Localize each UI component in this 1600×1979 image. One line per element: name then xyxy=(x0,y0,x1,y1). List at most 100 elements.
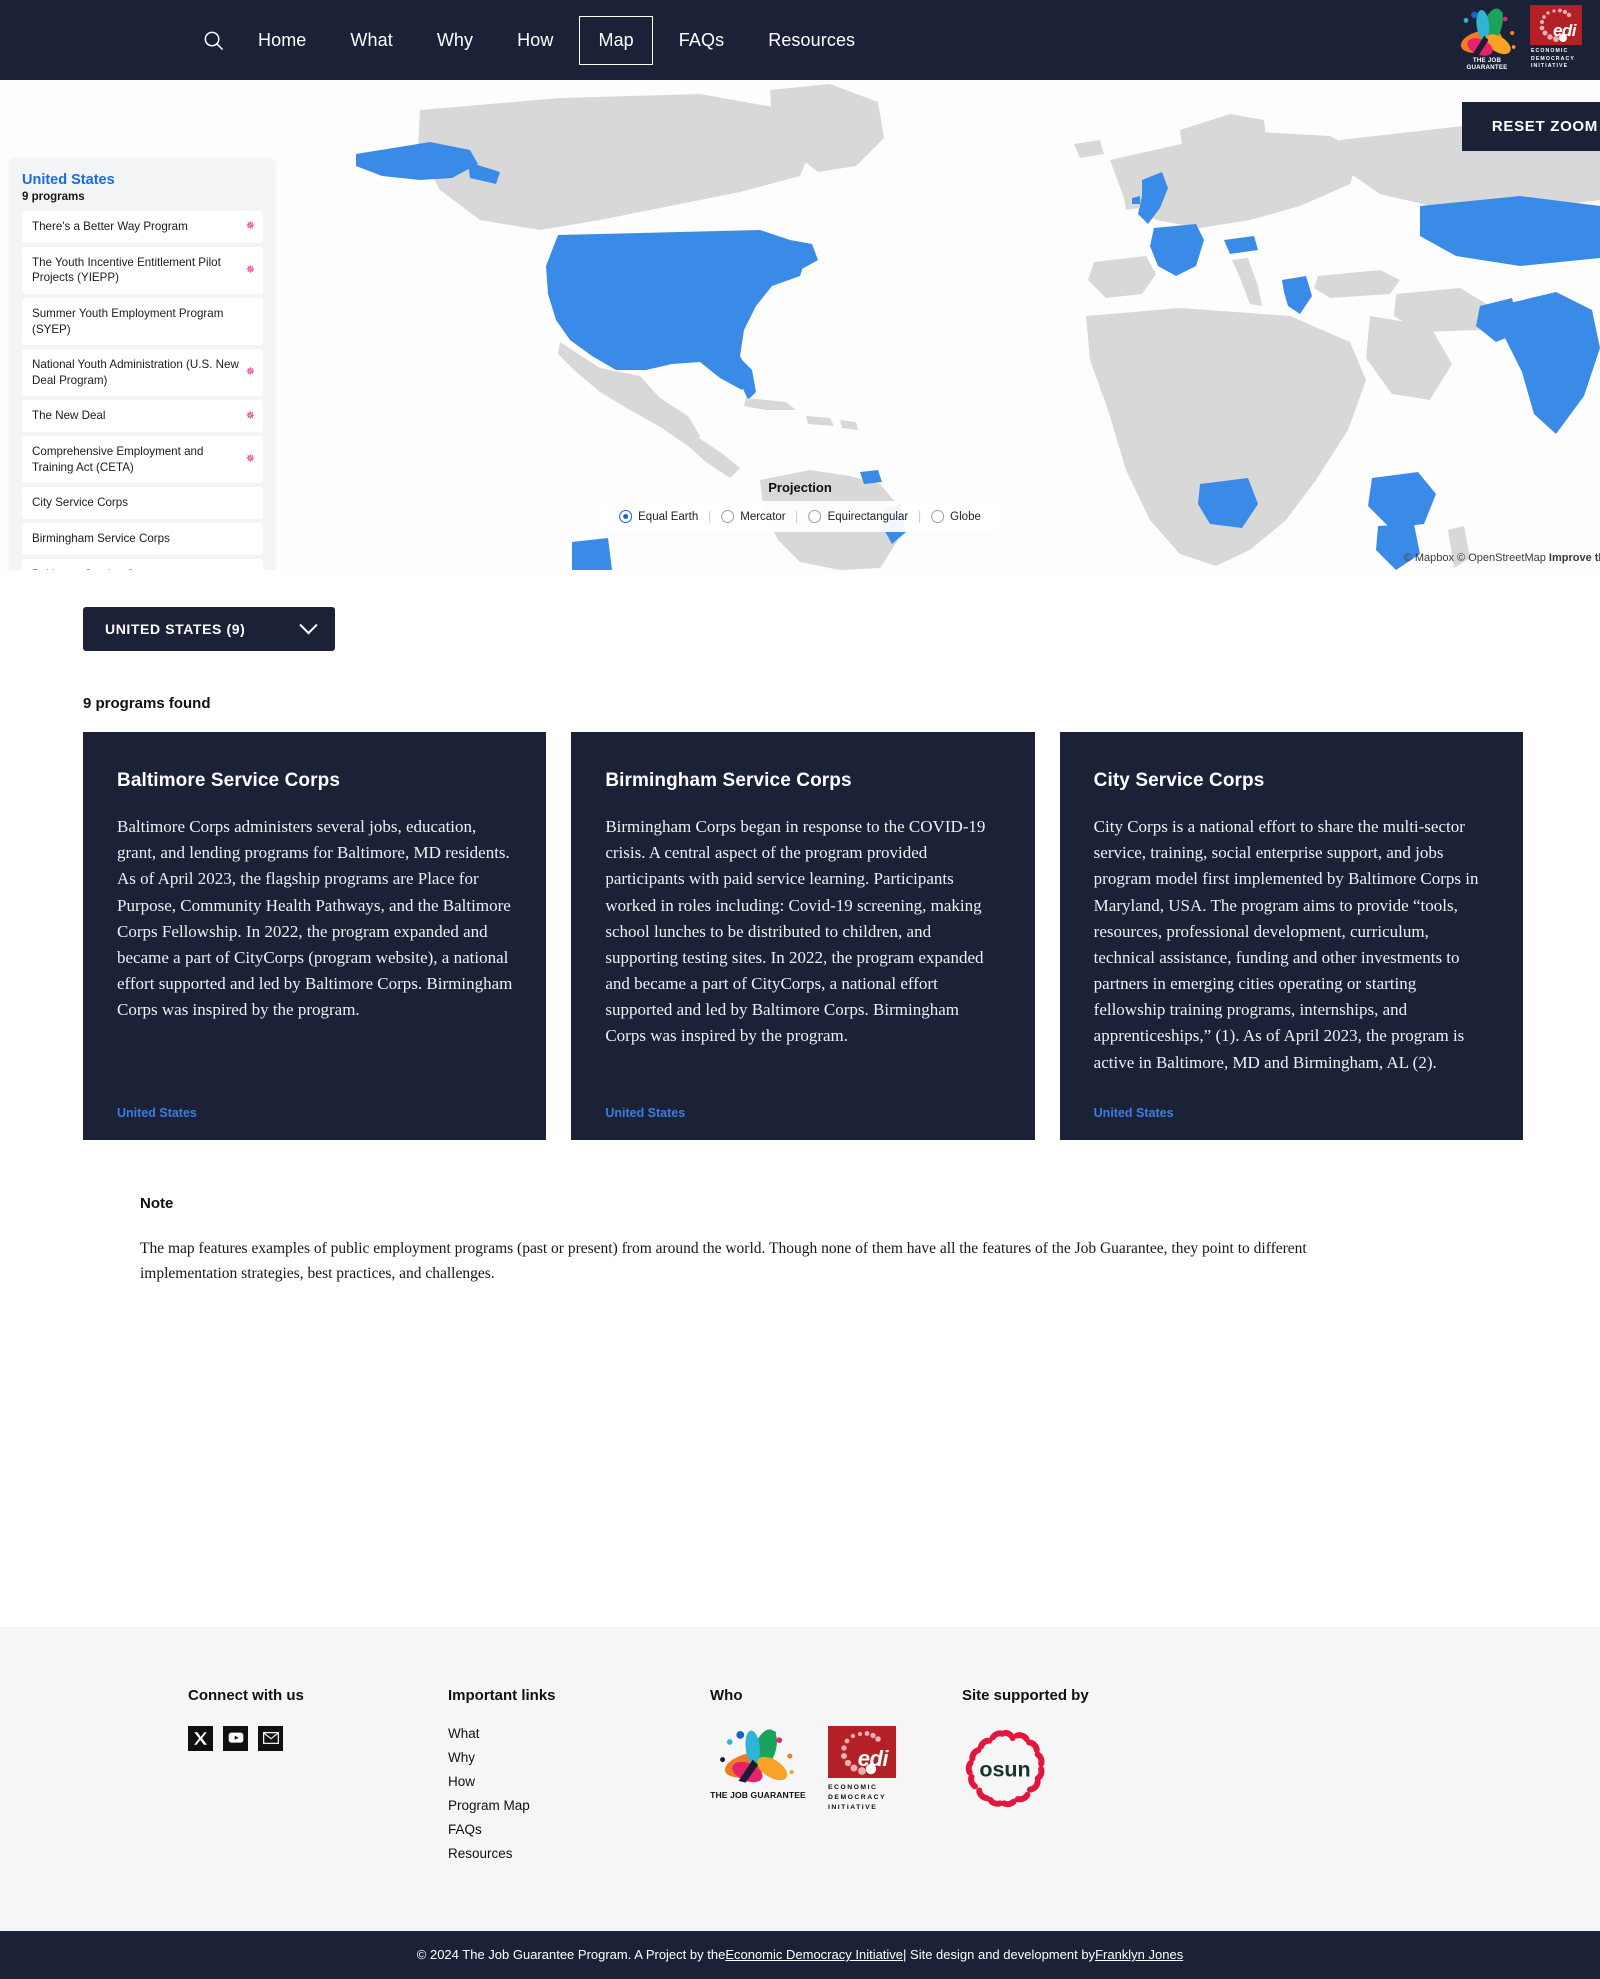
nav-item-home[interactable]: Home xyxy=(236,20,328,61)
projection-option-label: Equirectangular xyxy=(827,510,909,523)
radio-icon[interactable] xyxy=(808,510,822,523)
panel-program-label: The New Deal xyxy=(32,409,106,423)
projection-option-equirectangular[interactable]: Equirectangular xyxy=(802,508,916,525)
panel-program-item[interactable]: Comprehensive Employment and Training Ac… xyxy=(22,436,263,484)
program-card-body: Birmingham Corps began in response to th… xyxy=(605,817,986,1046)
projection-option-label: Mercator xyxy=(740,510,786,523)
copyright-link-designer[interactable]: Franklyn Jones xyxy=(1095,1947,1183,1962)
country-select-dropdown[interactable]: UNITED STATES (9) xyxy=(83,607,335,651)
note-title: Note xyxy=(140,1195,174,1212)
nav-item-how[interactable]: How xyxy=(495,20,575,61)
copyright-link-edi[interactable]: Economic Democracy Initiative xyxy=(725,1947,903,1962)
site-header: Home What Why How Map FAQs Resources THE… xyxy=(0,0,1600,80)
x-twitter-icon[interactable] xyxy=(188,1725,213,1751)
header-logos: THE JOB GUARANTEE edi ECONOMIC DEMOCRACY… xyxy=(1452,5,1582,71)
projection-control: Projection Equal Earth Mercator Equirect… xyxy=(598,480,1002,532)
edi-logo-subtitle: ECONOMIC DEMOCRACY INITIATIVE xyxy=(1531,48,1575,70)
copyright-bar: © 2024 The Job Guarantee Program. A Proj… xyxy=(0,1930,1600,1979)
nav-item-faqs[interactable]: FAQs xyxy=(657,20,746,61)
footer-link-why[interactable]: Why xyxy=(448,1750,710,1765)
panel-program-item[interactable]: Summer Youth Employment Program (SYEP) xyxy=(22,297,263,346)
footer-link-faqs[interactable]: FAQs xyxy=(448,1822,710,1837)
projection-option-globe[interactable]: Globe xyxy=(924,508,988,525)
edi-logo[interactable]: edi ECONOMIC DEMOCRACY INITIATIVE xyxy=(1530,5,1582,71)
copyright-middle: | Site design and development by xyxy=(903,1947,1096,1963)
edi-logo-mark: edi xyxy=(1530,5,1582,46)
site-footer: Connect with us Important links What Why… xyxy=(0,1626,1600,1931)
map-attribution-improve-link[interactable]: Improve this map xyxy=(1549,552,1600,564)
program-card[interactable]: City Service Corps City Corps is a natio… xyxy=(1059,732,1523,1140)
panel-program-item[interactable]: National Youth Administration (U.S. New … xyxy=(22,349,263,397)
inactive-icon: ✵ xyxy=(245,366,255,379)
divider xyxy=(919,510,921,523)
panel-program-label: Birmingham Service Corps xyxy=(32,532,170,546)
panel-program-count: 9 programs xyxy=(22,191,85,203)
panel-program-item[interactable]: The Youth Incentive Entitlement Pilot Pr… xyxy=(22,246,263,294)
footer-link-how[interactable]: How xyxy=(448,1774,710,1789)
projection-option-mercator[interactable]: Mercator xyxy=(714,508,792,525)
country-programs-panel: United States 9 programs There's a Bette… xyxy=(10,158,275,570)
job-guarantee-logo-caption: THE JOB GUARANTEE xyxy=(1466,57,1508,71)
program-card-country[interactable]: United States xyxy=(117,1106,512,1120)
panel-program-label: Comprehensive Employment and Training Ac… xyxy=(32,445,204,474)
footer-edi-logo[interactable]: edi ECONOMIC DEMOCRACY INITIATIVE xyxy=(828,1725,896,1814)
panel-country-name: United States xyxy=(22,172,115,188)
inactive-icon: ✵ xyxy=(245,409,255,422)
program-card-country[interactable]: United States xyxy=(1094,1106,1489,1120)
x-glyph xyxy=(194,1731,207,1745)
projection-option-equal-earth[interactable]: Equal Earth xyxy=(612,508,705,525)
panel-program-list: There's a Better Way Program ✵ The Youth… xyxy=(22,211,263,570)
footer-who-title: Who xyxy=(710,1686,743,1704)
panel-program-label: Summer Youth Employment Program (SYEP) xyxy=(32,306,224,336)
footer-edi-subtitle: ECONOMIC DEMOCRACY INITIATIVE xyxy=(828,1783,896,1814)
note-section: Note The map features examples of public… xyxy=(140,1195,1400,1287)
nav-item-resources[interactable]: Resources xyxy=(746,20,877,61)
program-card[interactable]: Birmingham Service Corps Birmingham Corp… xyxy=(571,732,1035,1140)
email-icon[interactable] xyxy=(258,1725,283,1751)
footer-links-column: Important links What Why How Program Map… xyxy=(448,1687,710,1861)
inactive-icon: ✵ xyxy=(245,263,255,276)
panel-program-label: City Service Corps xyxy=(32,496,128,510)
panel-program-item[interactable]: Birmingham Service Corps xyxy=(22,523,263,555)
program-card-title: Baltimore Service Corps xyxy=(117,770,340,791)
nav-item-why[interactable]: Why xyxy=(415,20,495,61)
job-guarantee-flower-icon xyxy=(720,1728,794,1783)
program-card-country[interactable]: United States xyxy=(605,1106,1000,1120)
job-guarantee-flower-icon xyxy=(1458,8,1516,56)
program-card-title: Birmingham Service Corps xyxy=(605,770,852,791)
program-map[interactable]: United States 9 programs There's a Bette… xyxy=(0,80,1600,570)
main-content: UNITED STATES (9) 9 programs found Balti… xyxy=(0,607,1600,1327)
radio-icon[interactable] xyxy=(931,510,945,523)
panel-program-item[interactable]: City Service Corps xyxy=(22,487,263,520)
search-icon[interactable] xyxy=(190,17,236,63)
job-guarantee-logo[interactable]: THE JOB GUARANTEE xyxy=(1452,5,1522,71)
nav-item-map[interactable]: Map xyxy=(579,15,653,65)
program-card[interactable]: Baltimore Service Corps Baltimore Corps … xyxy=(83,732,547,1140)
panel-program-item[interactable]: The New Deal ✵ xyxy=(22,400,263,433)
edi-wordmark: edi xyxy=(1552,21,1577,41)
footer-supported-title: Site supported by xyxy=(962,1686,1089,1704)
radio-icon[interactable] xyxy=(721,510,735,523)
program-card-title: City Service Corps xyxy=(1093,770,1265,791)
nav-item-what[interactable]: What xyxy=(328,20,414,61)
radio-icon[interactable] xyxy=(619,510,633,523)
footer-link-what[interactable]: What xyxy=(448,1726,710,1741)
footer-supported-column: Site supported by osun xyxy=(962,1687,1262,1861)
footer-links-title: Important links xyxy=(448,1686,556,1704)
osun-logo[interactable]: osun xyxy=(962,1726,1048,1812)
youtube-glyph xyxy=(228,1732,243,1743)
panel-program-label: The Youth Incentive Entitlement Pilot Pr… xyxy=(32,255,221,285)
projection-option-label: Equal Earth xyxy=(638,510,699,523)
footer-job-guarantee-logo[interactable]: THE JOB GUARANTEE xyxy=(710,1726,806,1800)
panel-program-item[interactable]: Baltimore Service Corps xyxy=(22,558,263,570)
social-links xyxy=(188,1725,448,1751)
footer-link-list: What Why How Program Map FAQs Resources xyxy=(448,1726,710,1861)
footer-link-program-map[interactable]: Program Map xyxy=(448,1798,710,1813)
divider xyxy=(796,510,798,523)
panel-program-item[interactable]: There's a Better Way Program ✵ xyxy=(22,211,263,243)
edi-sub-line: INITIATIVE xyxy=(828,1803,878,1811)
youtube-icon[interactable] xyxy=(223,1725,248,1751)
reset-zoom-button[interactable]: RESET ZOOM xyxy=(1461,102,1600,151)
footer-link-resources[interactable]: Resources xyxy=(448,1846,710,1861)
program-card-body: City Corps is a national effort to share… xyxy=(1093,817,1479,1072)
